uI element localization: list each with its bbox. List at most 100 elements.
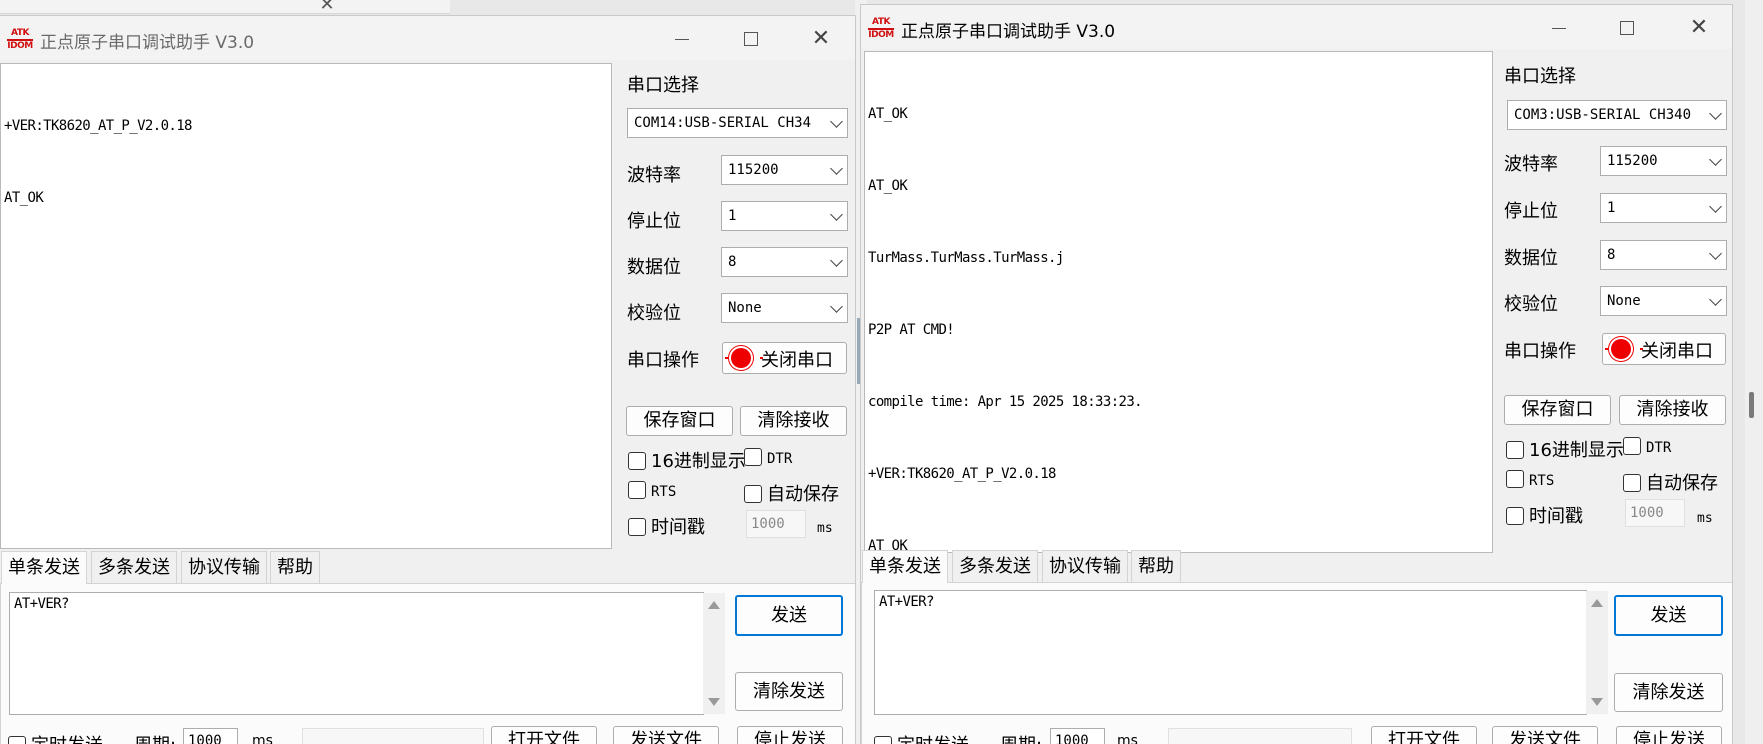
tab-multi-send[interactable]: 多条发送 [91,551,177,583]
send-button[interactable]: 发送 [735,595,843,636]
maximize-icon[interactable] [1607,13,1647,43]
tab-single-send[interactable]: 单条发送 [862,550,948,583]
timestamp-checkbox[interactable]: 时间戳 [628,513,705,539]
serial-assistant-window-right: ATK IDOM 正点原子串口调试助手 V3.0 ✕ AT_OK AT_OK Tu… [860,4,1733,744]
checkbox-box[interactable] [1506,470,1524,488]
clear-send-button[interactable]: 清除发送 [735,672,843,711]
open-file-button[interactable]: 打开文件 [1371,726,1477,744]
scroll-down-icon[interactable] [708,698,720,706]
checkbox-box[interactable] [1506,507,1524,525]
atk-logo-icon: ATK IDOM [7,28,33,51]
auto-save-checkbox[interactable]: 自动保存 [744,480,839,506]
tab-help[interactable]: 帮助 [270,551,320,583]
checkbox-box[interactable] [1506,441,1524,459]
parity-label: 校验位 [627,303,681,324]
port-status-icon [1605,339,1643,359]
dtr-checkbox[interactable]: DTR [1623,436,1671,457]
checkbox-box[interactable] [628,452,646,470]
checkbox-box[interactable] [1623,474,1641,492]
checkbox-box[interactable] [628,481,646,499]
open-file-button[interactable]: 打开文件 [491,726,597,744]
checkbox-box[interactable] [744,485,762,503]
close-port-button[interactable]: 关闭串口 [1602,333,1726,365]
title-bar[interactable]: ATK IDOM 正点原子串口调试助手 V3.0 ✕ [861,5,1732,49]
tab-multi-send[interactable]: 多条发送 [952,550,1038,582]
title-bar[interactable]: ATK IDOM 正点原子串口调试助手 V3.0 ✕ [0,16,855,60]
receive-line: +VER:TK8620_AT_P_V2.0.18 [868,466,1056,482]
parity-label: 校验位 [1504,294,1558,315]
save-window-button[interactable]: 保存窗口 [1504,395,1611,425]
hex-display-checkbox[interactable]: 16进制显示 [628,447,746,473]
maximize-icon[interactable] [731,24,771,54]
receive-line: AT_OK [868,106,908,122]
send-file-button[interactable]: 发送文件 [1492,726,1598,744]
port-select-label: 串口选择 [627,75,699,96]
send-scrollbar[interactable] [1586,591,1608,714]
send-scrollbar[interactable] [703,593,725,714]
chevron-down-icon [1704,147,1726,175]
close-icon[interactable]: ✕ [801,24,841,54]
background-close-icon[interactable]: ✕ [312,0,342,14]
receive-line: TurMass.TurMass.TurMass.j [868,250,1064,266]
baud-label: 波特率 [627,165,681,186]
receive-line: compile time: Apr 15 2025 18:33:23. [868,394,1143,410]
chevron-down-icon [825,109,847,137]
send-input[interactable]: AT+VER? [9,592,704,715]
serial-assistant-window-left: ATK IDOM 正点原子串口调试助手 V3.0 ✕ +VER:TK8620_AT… [0,15,856,744]
receive-area[interactable]: AT_OK AT_OK TurMass.TurMass.TurMass.j P2… [864,51,1493,553]
send-file-button[interactable]: 发送文件 [613,726,719,744]
period-unit: ms [252,733,273,744]
window-title: 正点原子串口调试助手 V3.0 [901,22,1116,42]
period-input[interactable]: 1000 [1050,728,1105,744]
stop-bits-select[interactable]: 1 [721,201,848,231]
file-path-input[interactable] [302,728,484,744]
save-window-button[interactable]: 保存窗口 [626,406,733,436]
checkbox-box[interactable] [744,448,762,466]
clear-receive-button[interactable]: 清除接收 [740,406,847,436]
auto-save-checkbox[interactable]: 自动保存 [1623,469,1718,495]
scroll-up-icon[interactable] [1591,599,1603,607]
hex-display-checkbox[interactable]: 16进制显示 [1506,436,1624,462]
timestamp-interval-input[interactable]: 1000 [1625,499,1685,527]
receive-area[interactable]: +VER:TK8620_AT_P_V2.0.18 AT_OK [0,63,612,549]
timestamp-interval-input[interactable]: 1000 [746,510,806,538]
tab-single-send[interactable]: 单条发送 [1,551,87,584]
timed-send-checkbox[interactable]: 定时发送 [8,731,103,744]
send-button[interactable]: 发送 [1614,595,1723,636]
port-select[interactable]: COM3:USB-SERIAL CH340 [1507,100,1727,130]
stop-send-button[interactable]: 停止发送 [737,726,843,744]
checkbox-box[interactable] [628,518,646,536]
minimize-icon[interactable] [1539,13,1579,43]
tab-protocol[interactable]: 协议传输 [1042,550,1128,582]
checkbox-box[interactable] [1623,437,1641,455]
baud-select[interactable]: 115200 [721,155,848,185]
checkbox-box[interactable] [8,736,26,744]
scroll-down-icon[interactable] [1591,698,1603,706]
scroll-up-icon[interactable] [708,601,720,609]
timestamp-checkbox[interactable]: 时间戳 [1506,502,1583,528]
tab-help[interactable]: 帮助 [1131,550,1181,582]
rts-checkbox[interactable]: RTS [1506,469,1554,490]
minimize-icon[interactable] [662,24,702,54]
close-icon[interactable]: ✕ [1679,13,1719,43]
clear-receive-button[interactable]: 清除接收 [1619,395,1726,425]
checkbox-box[interactable] [874,736,892,744]
baud-select[interactable]: 115200 [1600,146,1727,176]
timed-send-checkbox[interactable]: 定时发送 [874,731,969,744]
stop-bits-select[interactable]: 1 [1600,193,1727,223]
dtr-checkbox[interactable]: DTR [744,447,792,468]
parity-select[interactable]: None [721,293,848,323]
background-scrollbar-thumb[interactable] [1749,392,1754,418]
rts-checkbox[interactable]: RTS [628,480,676,501]
data-bits-select[interactable]: 8 [1600,240,1727,270]
clear-send-button[interactable]: 清除发送 [1614,673,1723,712]
data-bits-select[interactable]: 8 [721,247,848,277]
close-port-button[interactable]: 关闭串口 [722,342,847,374]
tab-protocol[interactable]: 协议传输 [181,551,267,583]
port-select[interactable]: COM14:USB-SERIAL CH34 [627,108,848,138]
file-path-input[interactable] [1168,728,1352,744]
stop-send-button[interactable]: 停止发送 [1616,726,1722,744]
period-input[interactable]: 1000 [183,728,238,744]
send-input[interactable]: AT+VER? [874,590,1587,715]
parity-select[interactable]: None [1600,286,1727,316]
